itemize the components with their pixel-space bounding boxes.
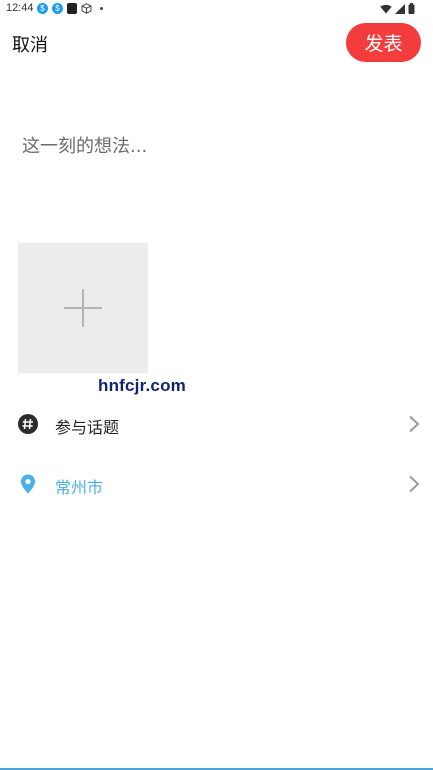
cube-icon [81, 3, 92, 14]
topic-label: 参与话题 [55, 418, 120, 437]
status-time: 12:44 [6, 2, 34, 14]
signal-icon [395, 3, 405, 14]
topic-row[interactable]: 参与话题 [0, 404, 433, 444]
add-photo-button[interactable] [18, 243, 148, 373]
location-row[interactable]: 常州市 [0, 464, 433, 504]
status-bar: 12:44 $ $ [0, 0, 433, 18]
battery-icon [408, 3, 415, 14]
chevron-right-icon [409, 415, 420, 433]
dot-icon [100, 7, 103, 10]
location-pin-icon [21, 474, 35, 494]
hashtag-icon [18, 414, 38, 434]
publish-button[interactable]: 发表 [346, 23, 421, 62]
chevron-right-icon [409, 475, 420, 493]
watermark: hnfcjr.com [98, 376, 186, 395]
app-notification-icon: $ [37, 3, 48, 14]
cancel-button[interactable]: 取消 [12, 31, 48, 57]
thought-input[interactable] [22, 131, 412, 161]
notification-icons: $ $ [37, 3, 103, 14]
location-label: 常州市 [55, 478, 104, 497]
app-notification-icon: $ [52, 3, 63, 14]
plus-icon [64, 289, 102, 327]
wifi-icon [380, 4, 392, 13]
app-square-icon [67, 3, 77, 14]
system-icons [380, 3, 415, 14]
